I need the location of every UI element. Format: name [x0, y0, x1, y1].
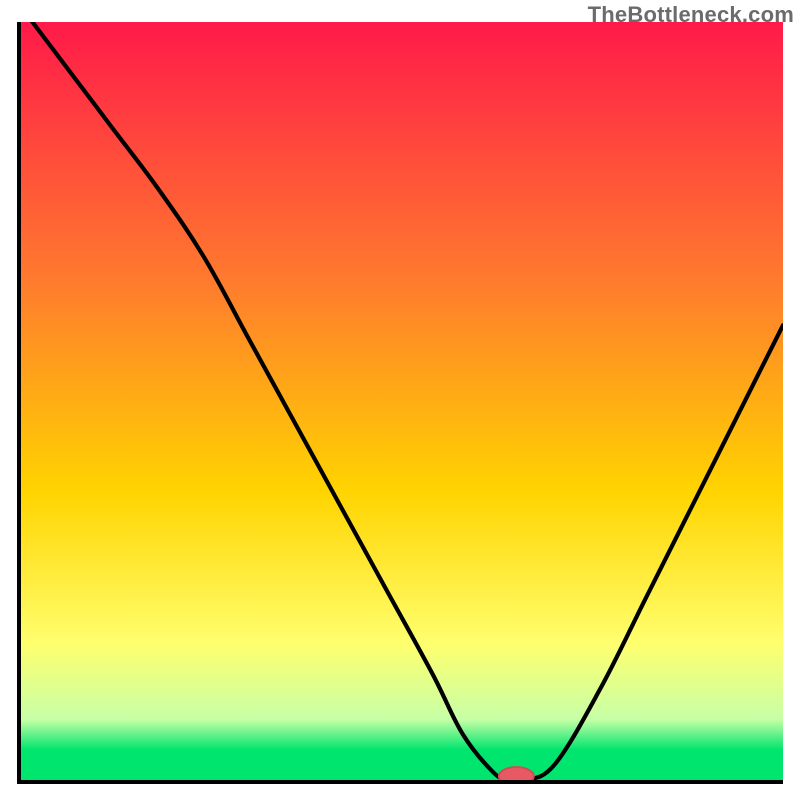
heat-gradient-bg [21, 22, 783, 780]
chart-frame: TheBottleneck.com [0, 0, 800, 800]
plot-area [17, 22, 783, 784]
optimum-marker [499, 767, 534, 780]
bottleneck-chart [21, 22, 783, 780]
